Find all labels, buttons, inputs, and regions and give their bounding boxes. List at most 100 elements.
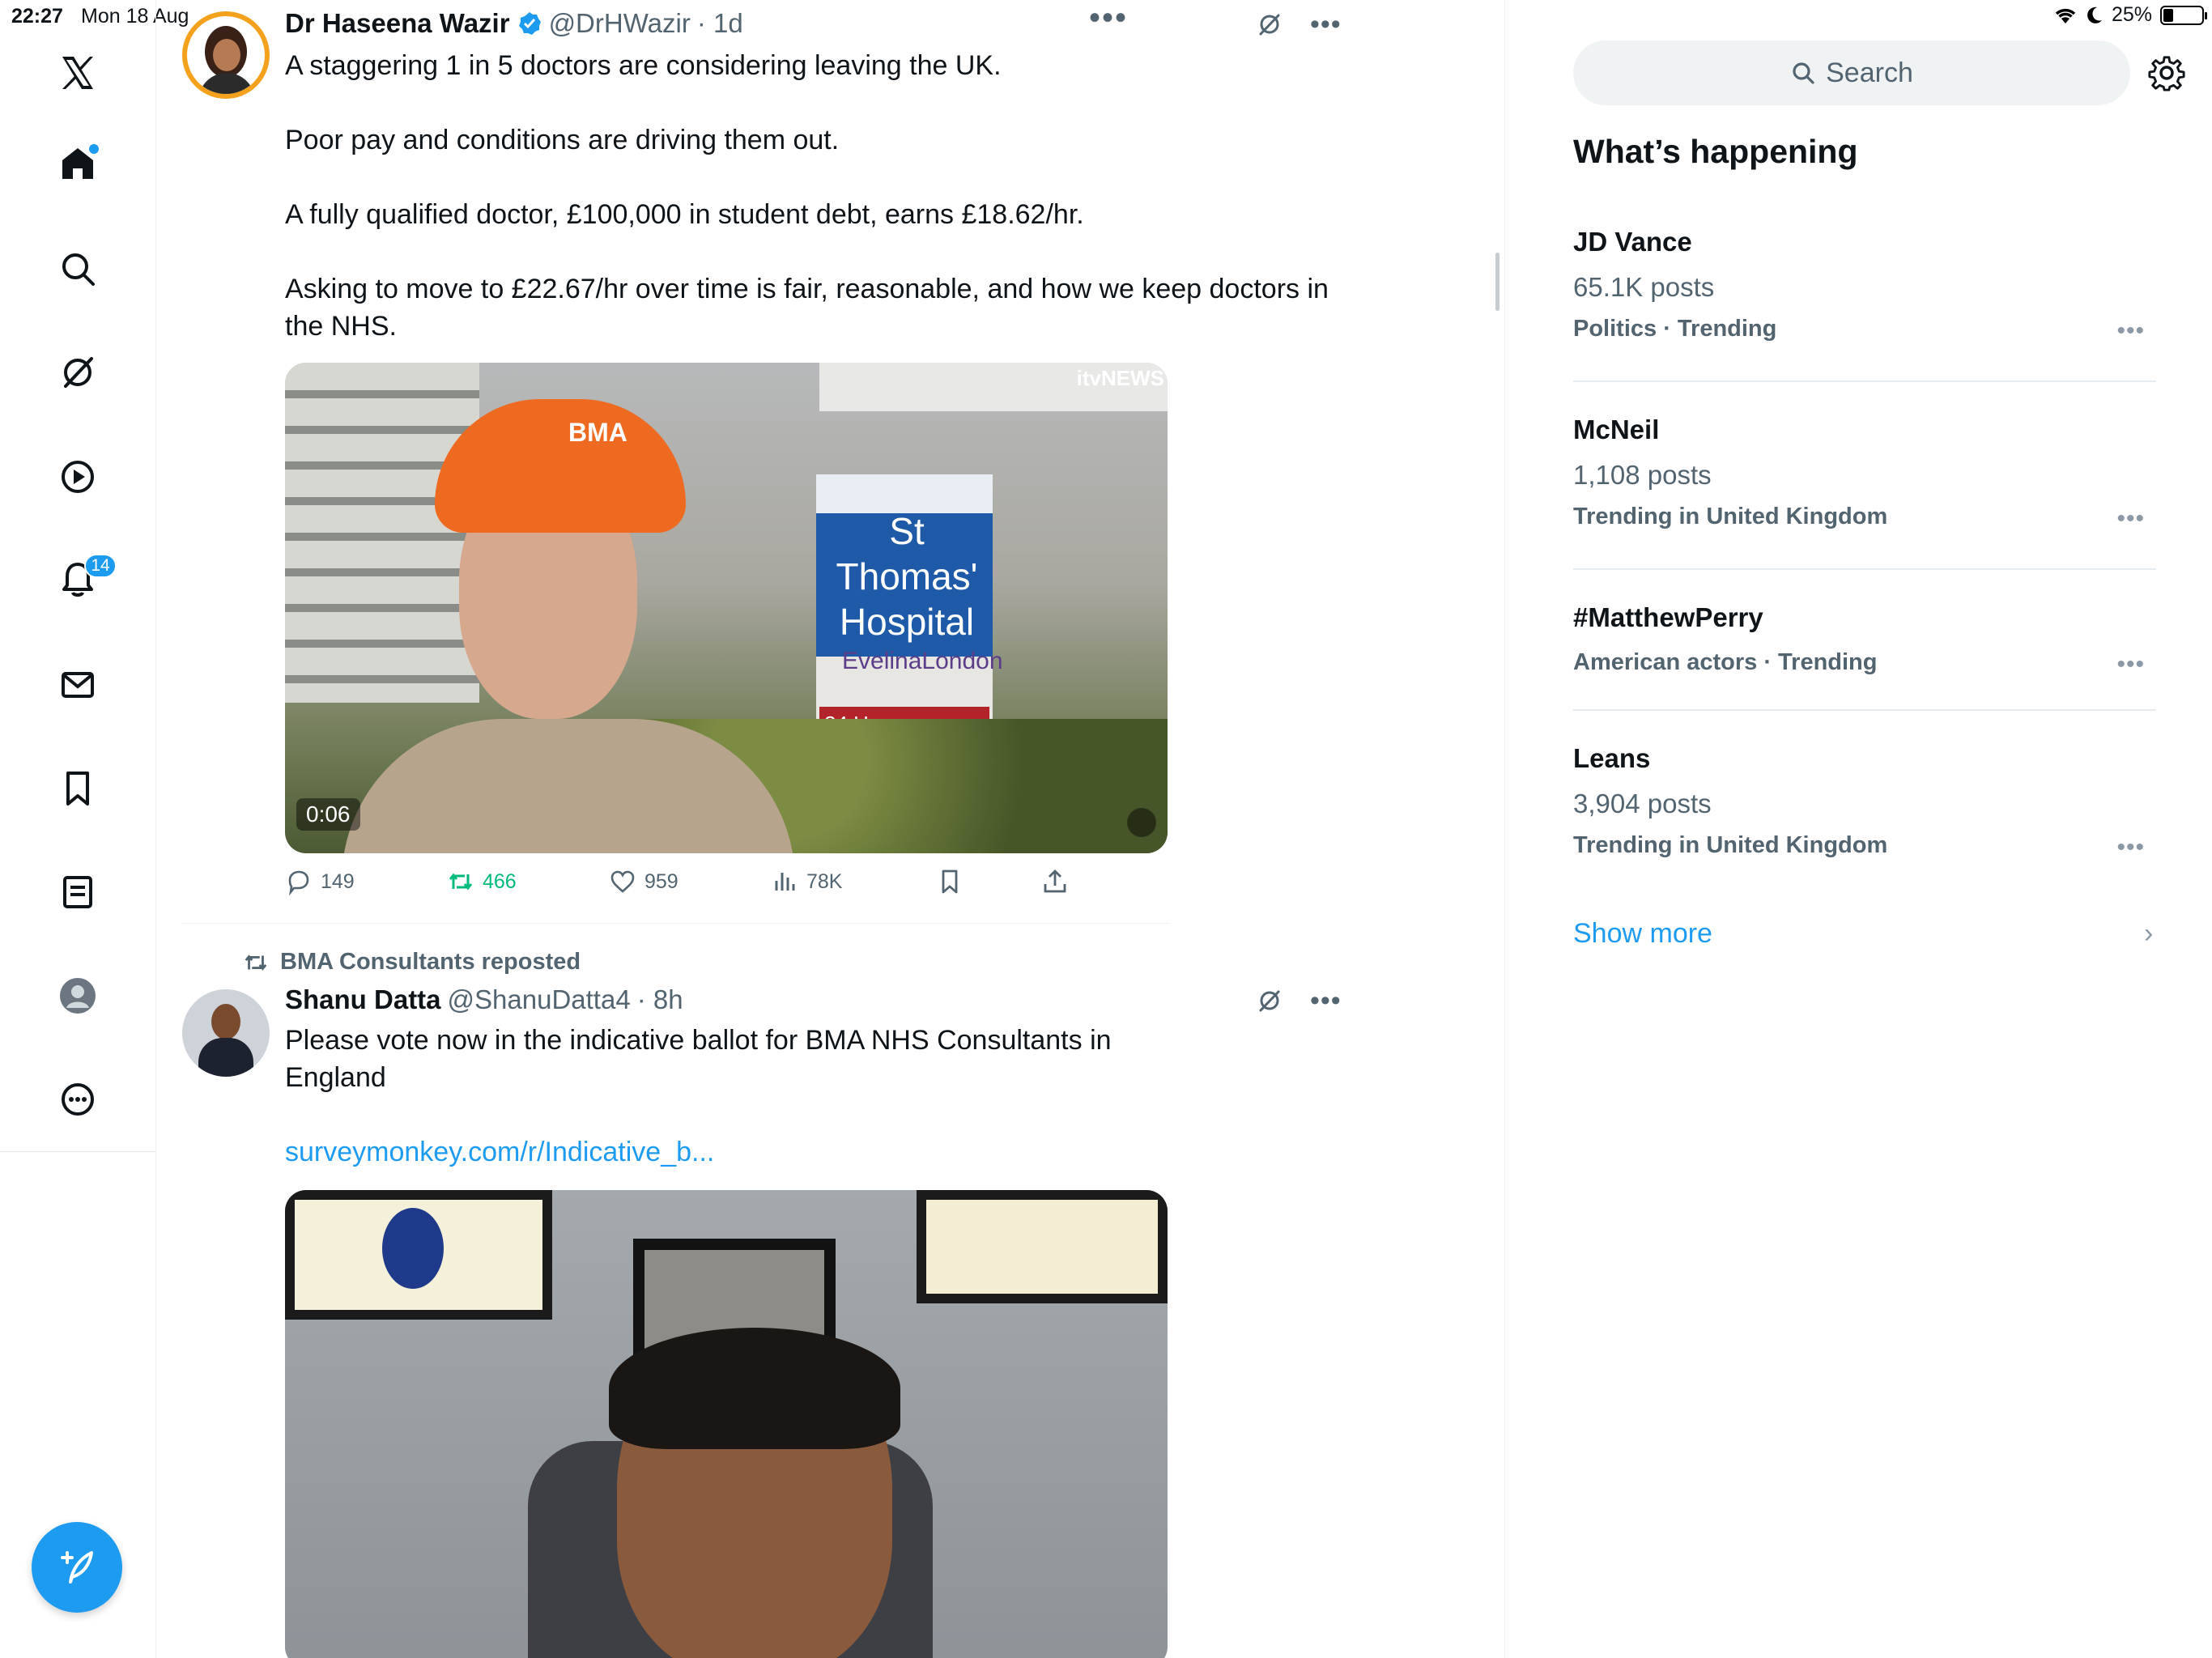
mute-icon[interactable]	[1127, 808, 1156, 837]
trend-item[interactable]: McNeil 1,108 posts Trending in United Ki…	[1573, 414, 2156, 534]
heart-icon	[610, 870, 635, 893]
home-icon[interactable]	[50, 136, 105, 191]
feather-plus-icon	[61, 1551, 93, 1584]
reposted-by-label: BMA Consultants reposted	[280, 949, 581, 975]
trend-posts: 65.1K posts	[1573, 272, 1715, 302]
trend-category: Trending in United Kingdom	[1573, 504, 1888, 529]
cap-logo: BMA	[568, 418, 627, 447]
tweet-head-actions: •••	[1257, 11, 1342, 38]
chevron-right-icon: ›	[2144, 918, 2154, 949]
tweet-time: · 8h	[636, 984, 683, 1014]
tweet-body: A staggering 1 in 5 doctors are consider…	[285, 47, 1338, 345]
views-bar-chart-icon	[775, 873, 795, 891]
messages-envelope-icon[interactable]	[50, 657, 105, 712]
more-circle-icon[interactable]	[50, 1072, 105, 1127]
whats-happening-heading: What’s happening	[1573, 133, 1858, 170]
tweet-actions: 149 466 959 78K	[285, 868, 1224, 900]
reply-button[interactable]: 149	[285, 868, 355, 895]
trend-more-icon[interactable]: •••	[2116, 505, 2145, 533]
repost-button[interactable]: 466	[447, 868, 517, 895]
lists-icon[interactable]	[50, 865, 105, 920]
trend-category: American actors · Trending	[1573, 649, 1878, 675]
timeline-scrollbar[interactable]	[1495, 253, 1499, 311]
grok-icon[interactable]	[1257, 988, 1283, 1014]
more-options-icon[interactable]: •••	[1310, 987, 1342, 1014]
hospital-sign-text: St Thomas' Hospital	[836, 510, 978, 643]
search-nav-icon[interactable]	[50, 241, 105, 296]
trend-name: McNeil	[1573, 414, 1660, 444]
grok-icon[interactable]	[1257, 11, 1283, 37]
network-logo: itvNEWS	[1076, 366, 1164, 390]
trend-name: #MatthewPerry	[1573, 602, 1763, 632]
tweet-paragraph: A staggering 1 in 5 doctors are consider…	[285, 50, 1002, 81]
trend-more-icon[interactable]: •••	[2116, 651, 2145, 678]
left-nav: 14	[0, 0, 156, 1658]
show-more-link[interactable]: Show more	[1573, 918, 1712, 950]
trend-divider	[1573, 568, 2156, 570]
video-duration: 0:06	[296, 798, 360, 831]
bookmark-icon	[942, 869, 958, 894]
profile-avatar-icon[interactable]	[50, 968, 105, 1023]
battery-icon	[2160, 5, 2207, 25]
trend-more-icon[interactable]: •••	[2116, 834, 2145, 861]
notifications-badge: 14	[84, 554, 117, 578]
reply-icon	[288, 870, 309, 895]
tweet-paragraph: A fully qualified doctor, £100,000 in st…	[285, 199, 1084, 230]
wifi-icon	[2055, 8, 2076, 23]
trend-divider	[1573, 380, 2156, 382]
tweet-time: · 1d	[696, 8, 743, 38]
hospital-sign-sub: EvelinaLondon	[842, 648, 1003, 674]
share-upload-icon	[1044, 869, 1066, 893]
bookmark-button[interactable]	[936, 868, 963, 895]
repost-count: 466	[483, 869, 517, 893]
author-name[interactable]: Dr Haseena Wazir	[285, 8, 510, 39]
bookmarks-icon[interactable]	[50, 761, 105, 816]
trend-item[interactable]: #MatthewPerry American actors · Trending…	[1573, 602, 2156, 680]
author-handle[interactable]: @DrHWazir	[549, 8, 691, 39]
tweet-header: Dr Haseena Wazir @DrHWazir · 1d	[285, 8, 743, 39]
tweet-paragraph: Poor pay and conditions are driving them…	[285, 125, 840, 155]
settings-gear-icon[interactable]	[2147, 53, 2186, 92]
trend-item[interactable]: Leans 3,904 posts Trending in United Kin…	[1573, 743, 2156, 863]
tweet-paragraph: Please vote now in the indicative ballot…	[285, 1025, 1112, 1093]
trend-category: Trending in United Kingdom	[1573, 832, 1888, 858]
search-icon	[1793, 62, 1814, 84]
trend-posts: 1,108 posts	[1573, 460, 1712, 490]
trend-posts: 3,904 posts	[1573, 789, 1712, 818]
trend-category: Politics · Trending	[1573, 316, 1777, 342]
trend-name: Leans	[1573, 743, 1651, 773]
notifications-bell-icon[interactable]: 14	[50, 552, 117, 607]
like-count: 959	[644, 869, 678, 893]
trend-divider	[1573, 709, 2156, 711]
author-handle[interactable]: @ShanuDatta4	[448, 984, 631, 1015]
views-count: 78K	[806, 869, 843, 893]
battery-percent: 25%	[2111, 3, 2152, 26]
views-button[interactable]: 78K	[771, 868, 842, 895]
compose-post-button[interactable]	[32, 1522, 122, 1613]
trend-more-icon[interactable]: •••	[2116, 317, 2145, 345]
repost-context[interactable]: BMA Consultants reposted	[243, 949, 581, 976]
more-options-icon[interactable]: •••	[1310, 11, 1342, 38]
author-name[interactable]: Shanu Datta	[285, 984, 441, 1015]
nav-divider	[0, 1151, 156, 1152]
trend-item[interactable]: JD Vance 65.1K posts Politics · Trending…	[1573, 227, 2156, 346]
x-logo-icon[interactable]	[50, 45, 105, 100]
home-unread-dot	[89, 144, 99, 154]
video-icon[interactable]	[50, 449, 105, 504]
verified-badge-icon	[518, 12, 541, 35]
grok-icon[interactable]	[50, 345, 105, 400]
battery-fill	[2163, 8, 2173, 22]
tweet-link[interactable]: surveymonkey.com/r/Indicative_b...	[285, 1137, 714, 1167]
reply-count: 149	[321, 869, 355, 893]
share-button[interactable]	[1041, 868, 1069, 895]
top-more-dots[interactable]: •••	[1089, 0, 1128, 36]
search-bar[interactable]: Search	[1573, 40, 2130, 105]
repost-icon	[245, 954, 267, 971]
tweet-header: Shanu Datta @ShanuDatta4 · 8h	[285, 984, 683, 1015]
tweet-body: Please vote now in the indicative ballot…	[285, 1022, 1192, 1171]
author-avatar[interactable]	[182, 989, 270, 1077]
author-avatar[interactable]	[182, 11, 270, 99]
tweet-image[interactable]	[285, 1190, 1168, 1658]
like-button[interactable]: 959	[609, 868, 678, 895]
tweet-video[interactable]: St Thomas' Hospital EvelinaLondon 24 Hou…	[285, 363, 1168, 853]
